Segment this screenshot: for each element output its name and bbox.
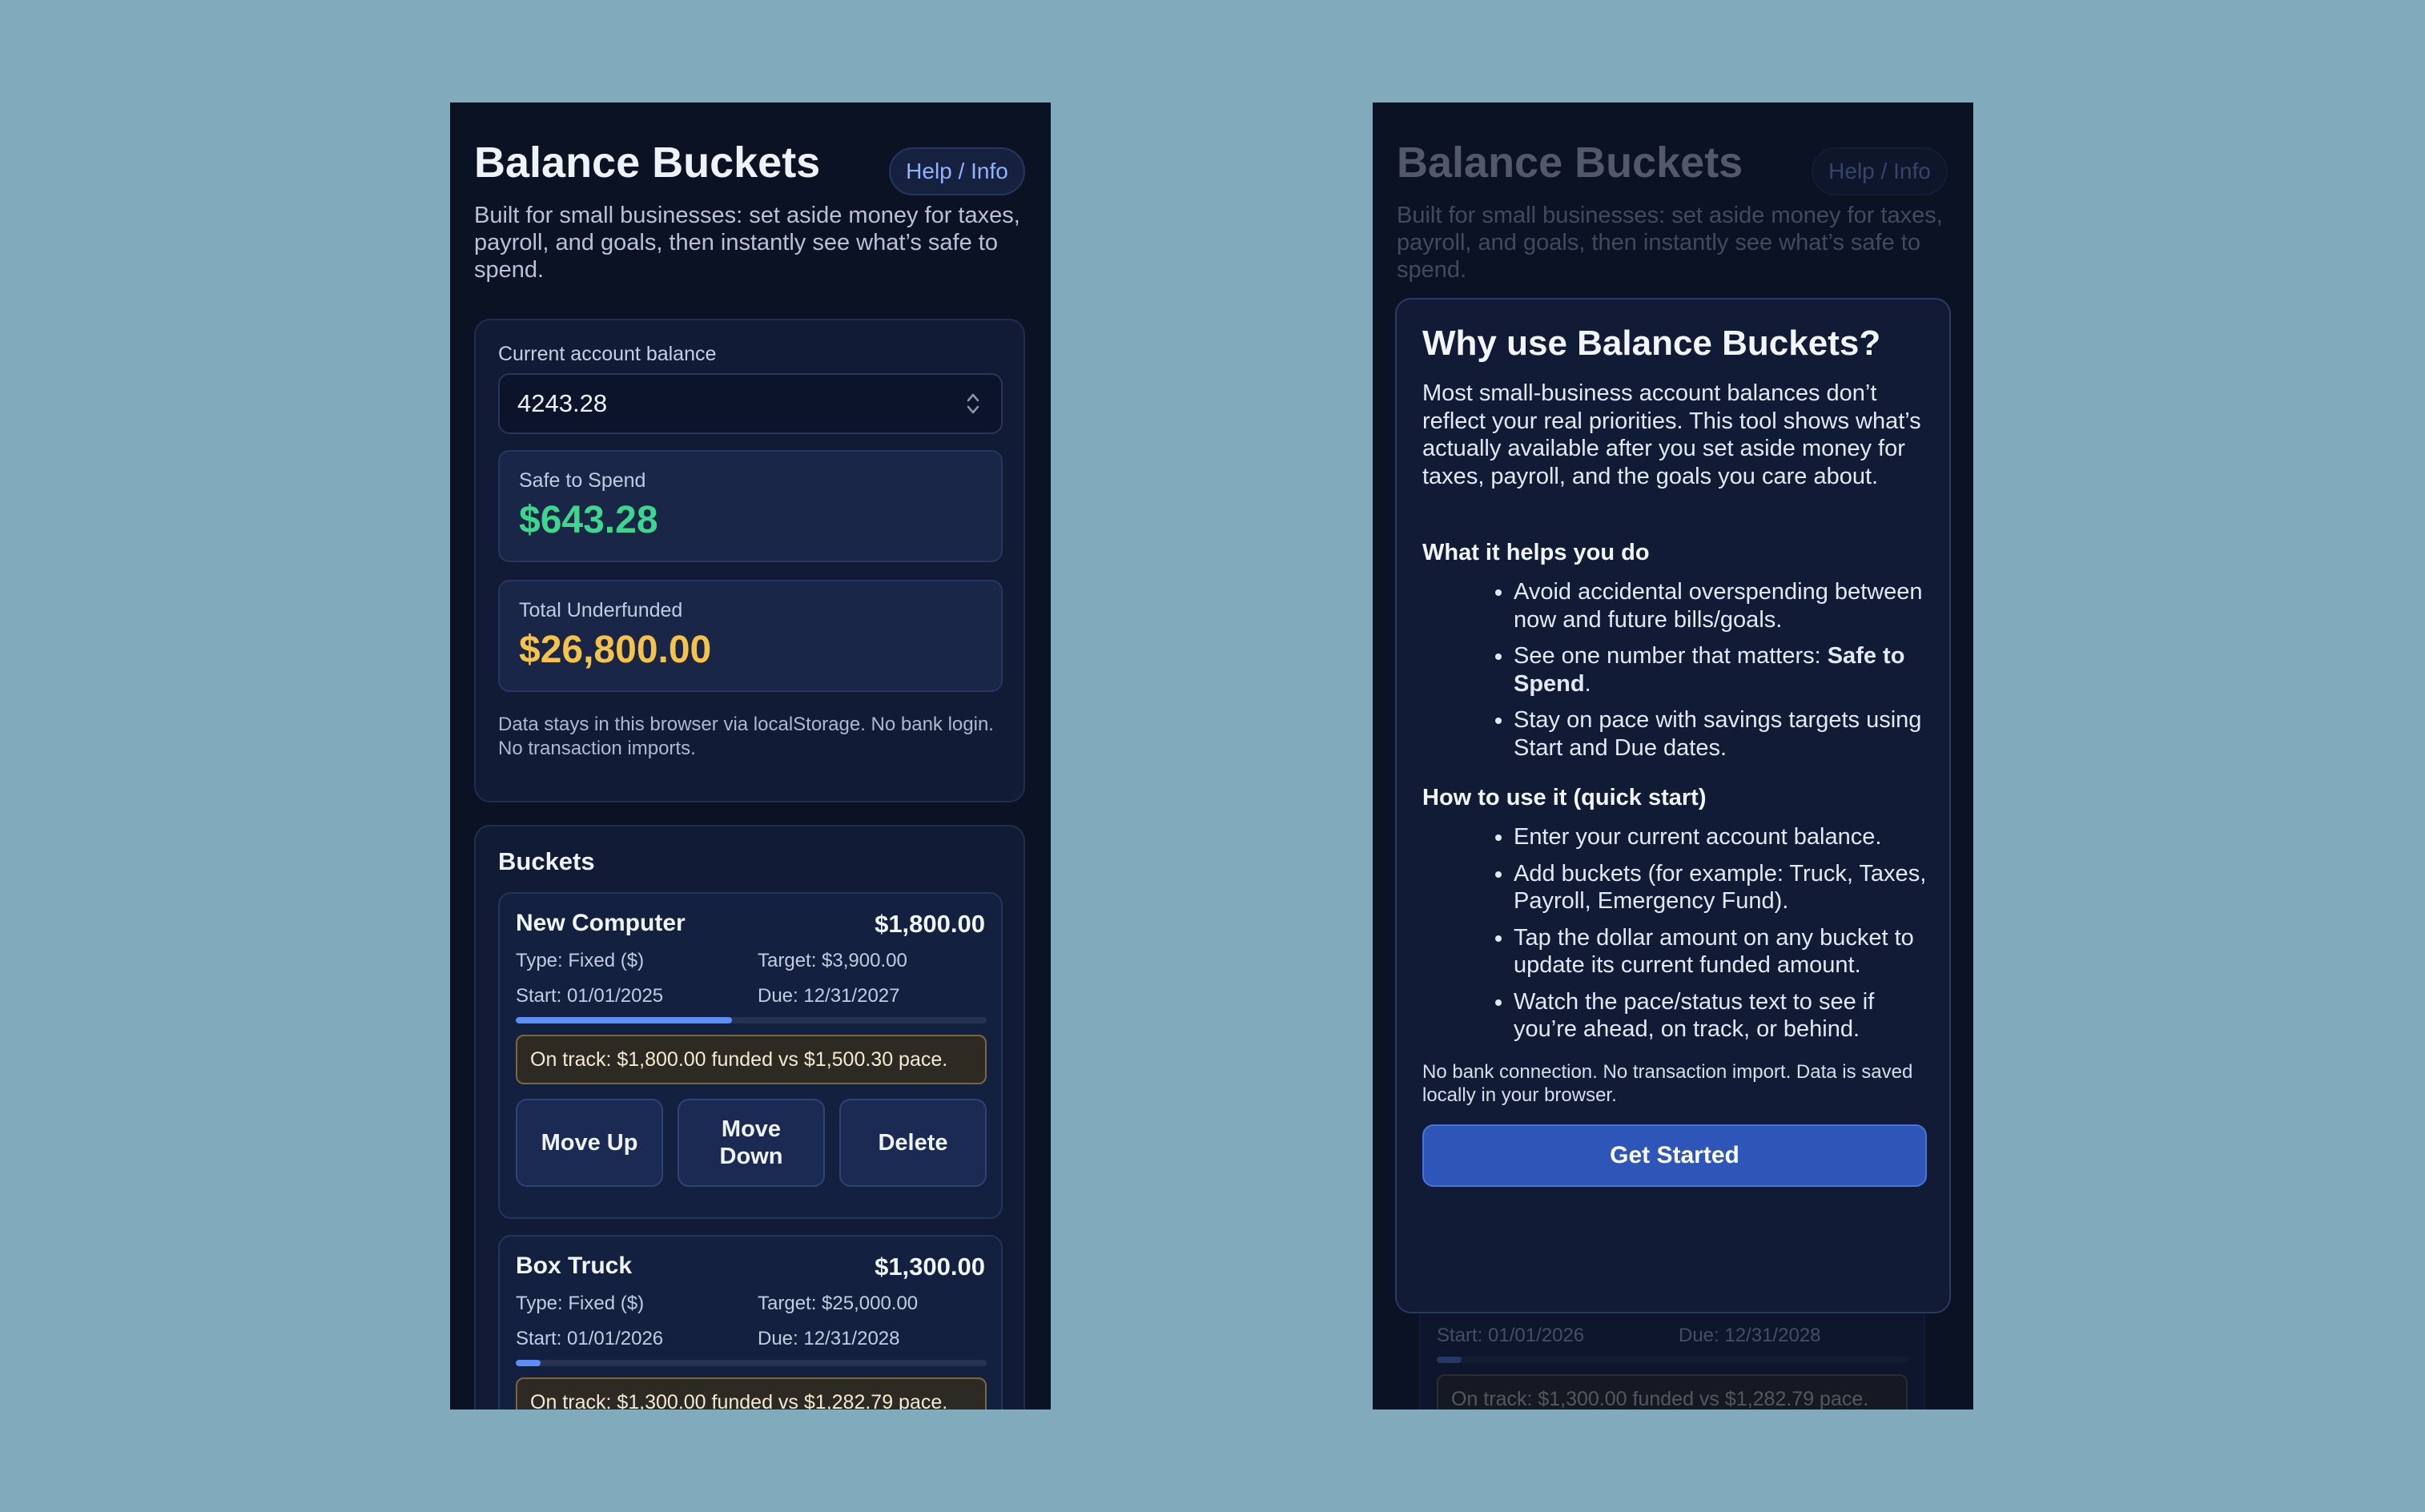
app-tagline: Built for small businesses: set aside mo… <box>1397 203 1943 283</box>
bucket-item: Box Truck $1,300.00 Type: Fixed ($) Targ… <box>498 1235 1003 1409</box>
privacy-note: Data stays in this browser via localStor… <box>498 714 994 759</box>
bucket-due-date: Due: 12/31/2028 <box>1679 1325 1821 1346</box>
balance-card: Current account balance Safe to Spend $6… <box>474 319 1025 802</box>
pace-status-badge: On track: $1,300.00 funded vs $1,282.79 … <box>516 1377 987 1409</box>
list-item: Enter your current account balance. <box>1514 823 1927 851</box>
list-item-text: See one number that matters: <box>1514 643 1828 669</box>
app-screen-help-modal: Balance Buckets Help / Info Built for sm… <box>1373 103 1973 1409</box>
up-down-chevron-icon[interactable] <box>964 388 982 420</box>
modal-intro: Most small-business account balances don… <box>1422 380 1921 489</box>
app-screen-main: Balance Buckets Help / Info Built for sm… <box>450 103 1051 1409</box>
safe-to-spend-value: $643.28 <box>519 499 658 541</box>
bucket-start-date: Start: 01/01/2025 <box>516 985 664 1007</box>
what-it-helps-heading: What it helps you do <box>1422 540 1650 565</box>
list-item: Add buckets (for example: Truck, Taxes, … <box>1514 860 1927 915</box>
bucket-start-date: Start: 01/01/2026 <box>516 1328 664 1349</box>
bucket-progress-bar <box>1437 1357 1908 1363</box>
total-underfunded-box: Total Underfunded $26,800.00 <box>498 580 1003 692</box>
bucket-amount[interactable]: $1,300.00 <box>875 1253 985 1281</box>
list-item: Tap the dollar amount on any bucket to u… <box>1514 924 1927 979</box>
bucket-start-date: Start: 01/01/2026 <box>1437 1325 1585 1346</box>
how-to-use-list: Enter your current account balance. Add … <box>1422 823 1927 1052</box>
pace-status-badge: On track: $1,300.00 funded vs $1,282.79 … <box>1437 1374 1908 1409</box>
bucket-amount[interactable]: $1,800.00 <box>875 910 985 939</box>
total-underfunded-label: Total Underfunded <box>519 599 683 621</box>
list-item-period: . <box>1584 670 1591 697</box>
list-item: Avoid accidental overspending between no… <box>1514 578 1927 633</box>
move-up-button[interactable]: Move Up <box>516 1099 663 1187</box>
bucket-type: Type: Fixed ($) <box>516 950 645 971</box>
bucket-progress-bar <box>516 1360 987 1366</box>
what-it-helps-list: Avoid accidental overspending between no… <box>1422 578 1927 770</box>
bucket-progress-fill <box>516 1017 733 1023</box>
modal-title: Why use Balance Buckets? <box>1422 324 1881 363</box>
bucket-name: New Computer <box>516 910 686 936</box>
safe-to-spend-label: Safe to Spend <box>519 469 646 492</box>
list-item: Watch the pace/status text to see if you… <box>1514 988 1927 1044</box>
total-underfunded-value: $26,800.00 <box>519 629 712 671</box>
bucket-type: Type: Fixed ($) <box>516 1293 645 1314</box>
move-down-button[interactable]: Move Down <box>678 1099 825 1187</box>
bucket-target: Target: $3,900.00 <box>758 950 907 971</box>
buckets-card: Buckets New Computer $1,800.00 Type: Fix… <box>474 825 1025 1409</box>
help-info-button[interactable]: Help / Info <box>1812 147 1948 195</box>
list-item: Stay on pace with savings targets using … <box>1514 706 1927 762</box>
app-title: Balance Buckets <box>1397 139 1743 187</box>
modal-privacy-note: No bank connection. No transaction impor… <box>1422 1061 1913 1106</box>
buckets-title: Buckets <box>498 847 595 875</box>
safe-to-spend-box: Safe to Spend $643.28 <box>498 450 1003 562</box>
help-modal: Why use Balance Buckets? Most small-busi… <box>1395 298 1951 1313</box>
get-started-button[interactable]: Get Started <box>1422 1124 1927 1187</box>
help-info-button[interactable]: Help / Info <box>889 147 1025 195</box>
bucket-due-date: Due: 12/31/2027 <box>758 985 900 1007</box>
pace-status-badge: On track: $1,800.00 funded vs $1,500.30 … <box>516 1035 987 1084</box>
list-item: See one number that matters: Safe to Spe… <box>1514 642 1927 698</box>
delete-button[interactable]: Delete <box>839 1099 987 1187</box>
balance-label: Current account balance <box>498 343 717 365</box>
how-to-use-heading: How to use it (quick start) <box>1422 785 1707 810</box>
balance-input[interactable] <box>498 373 1003 434</box>
bucket-progress-fill <box>1437 1357 1462 1363</box>
bucket-due-date: Due: 12/31/2028 <box>758 1328 900 1349</box>
app-title: Balance Buckets <box>474 139 821 187</box>
bucket-name: Box Truck <box>516 1253 633 1279</box>
bucket-progress-fill <box>516 1360 541 1366</box>
bucket-target: Target: $25,000.00 <box>758 1293 919 1314</box>
app-tagline: Built for small businesses: set aside mo… <box>474 203 1020 283</box>
bucket-progress-bar <box>516 1017 987 1023</box>
bucket-item: New Computer $1,800.00 Type: Fixed ($) T… <box>498 892 1003 1219</box>
